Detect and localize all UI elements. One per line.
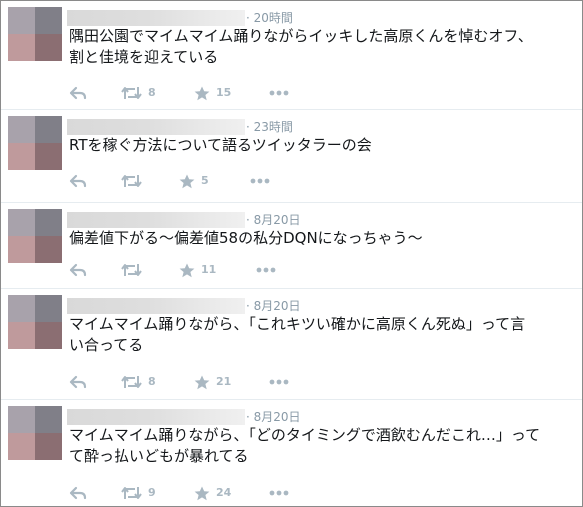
star-icon xyxy=(194,486,210,500)
retweet-arrows-icon xyxy=(121,487,142,499)
tweet[interactable]: · 23時間 RTを稼ぐ方法について語るツイッタラーの会 5 xyxy=(1,110,582,203)
tweet-timestamp[interactable]: · 8月20日 xyxy=(246,297,301,314)
retweet-arrows-icon xyxy=(121,175,142,187)
reply-arrow-icon xyxy=(69,486,87,500)
retweet-arrows-icon xyxy=(121,264,142,276)
star-icon xyxy=(179,263,195,277)
tweet-text: RTを稼ぐ方法について語るツイッタラーの会 xyxy=(69,136,372,154)
tweet-actions: 11 xyxy=(69,262,369,278)
tweet[interactable]: · 8月20日 偏差値下がる〜偏差値58の私分DQNになっちゃう〜 11 xyxy=(1,203,582,289)
author-name-redacted[interactable] xyxy=(67,10,245,26)
favorite-button[interactable]: 21 xyxy=(194,374,231,390)
avatar[interactable] xyxy=(8,116,62,170)
tweet[interactable]: · 8月20日 マイムマイム踊りながら、「これキツい確かに高原くん死ぬ」って言 … xyxy=(1,289,582,400)
more-button[interactable] xyxy=(256,262,276,278)
avatar[interactable] xyxy=(8,7,62,61)
avatar[interactable] xyxy=(8,406,62,460)
avatar[interactable] xyxy=(8,209,62,263)
favorite-button[interactable]: 11 xyxy=(179,262,216,278)
tweet-text: 偏差値下がる〜偏差値58の私分DQNになっちゃう〜 xyxy=(69,229,423,247)
tweet-timestamp[interactable]: · 8月20日 xyxy=(246,211,301,228)
tweet[interactable]: · 20時間 隅田公園でマイムマイム踊りながらイッキした高原くんを悼むオフ、 割… xyxy=(1,1,582,110)
author-name-redacted[interactable] xyxy=(67,298,245,314)
retweet-count: 9 xyxy=(148,486,156,499)
tweet-timestamp[interactable]: · 8月20日 xyxy=(246,408,301,425)
more-button[interactable] xyxy=(269,85,289,101)
more-dots-icon xyxy=(269,379,289,385)
retweet-count: 8 xyxy=(148,86,156,99)
more-dots-icon xyxy=(269,90,289,96)
tweet-text: 隅田公園でマイムマイム踊りながらイッキした高原くんを悼むオフ、 割と佳境を迎えて… xyxy=(69,27,533,66)
favorite-count: 11 xyxy=(201,263,217,276)
more-button[interactable] xyxy=(250,173,270,189)
retweet-count: 8 xyxy=(148,375,156,388)
reply-button[interactable] xyxy=(69,485,87,501)
author-name-redacted[interactable] xyxy=(67,409,245,425)
favorite-button[interactable]: 5 xyxy=(179,173,209,189)
favorite-count: 21 xyxy=(216,375,232,388)
more-dots-icon xyxy=(269,490,289,496)
favorite-button[interactable]: 24 xyxy=(194,485,231,501)
favorite-count: 5 xyxy=(201,174,209,187)
favorite-count: 15 xyxy=(216,86,232,99)
retweet-button[interactable] xyxy=(121,262,148,278)
more-dots-icon xyxy=(250,178,270,184)
author-name-redacted[interactable] xyxy=(67,212,245,228)
reply-button[interactable] xyxy=(69,262,87,278)
star-icon xyxy=(194,86,210,100)
favorite-button[interactable]: 15 xyxy=(194,85,231,101)
reply-button[interactable] xyxy=(69,173,87,189)
tweet-actions: 9 24 xyxy=(69,485,369,501)
reply-arrow-icon xyxy=(69,263,87,277)
tweet-actions: 8 15 xyxy=(69,85,369,101)
retweet-arrows-icon xyxy=(121,87,142,99)
reply-arrow-icon xyxy=(69,375,87,389)
retweet-button[interactable] xyxy=(121,173,148,189)
retweet-button[interactable]: 9 xyxy=(121,485,156,501)
tweet-timestamp[interactable]: · 20時間 xyxy=(246,9,293,26)
tweet-text: マイムマイム踊りながら、「どのタイミングで酒飲むんだこれ…」って て酔っ払いども… xyxy=(69,426,541,465)
tweet[interactable]: · 8月20日 マイムマイム踊りながら、「どのタイミングで酒飲むんだこれ…」って… xyxy=(1,400,582,506)
more-dots-icon xyxy=(256,267,276,273)
retweet-arrows-icon xyxy=(121,376,142,388)
retweet-button[interactable]: 8 xyxy=(121,374,156,390)
tweet-actions: 8 21 xyxy=(69,374,369,390)
tweet-text: マイムマイム踊りながら、「これキツい確かに高原くん死ぬ」って言 い合ってる xyxy=(69,315,526,354)
reply-arrow-icon xyxy=(69,86,87,100)
star-icon xyxy=(194,375,210,389)
reply-button[interactable] xyxy=(69,374,87,390)
reply-arrow-icon xyxy=(69,174,87,188)
author-name-redacted[interactable] xyxy=(67,119,245,135)
retweet-button[interactable]: 8 xyxy=(121,85,156,101)
reply-button[interactable] xyxy=(69,85,87,101)
more-button[interactable] xyxy=(269,485,289,501)
timeline: · 20時間 隅田公園でマイムマイム踊りながらイッキした高原くんを悼むオフ、 割… xyxy=(0,0,583,507)
avatar[interactable] xyxy=(8,295,62,349)
tweet-actions: 5 xyxy=(69,173,369,189)
tweet-timestamp[interactable]: · 23時間 xyxy=(246,118,293,135)
favorite-count: 24 xyxy=(216,486,232,499)
star-icon xyxy=(179,174,195,188)
more-button[interactable] xyxy=(269,374,289,390)
